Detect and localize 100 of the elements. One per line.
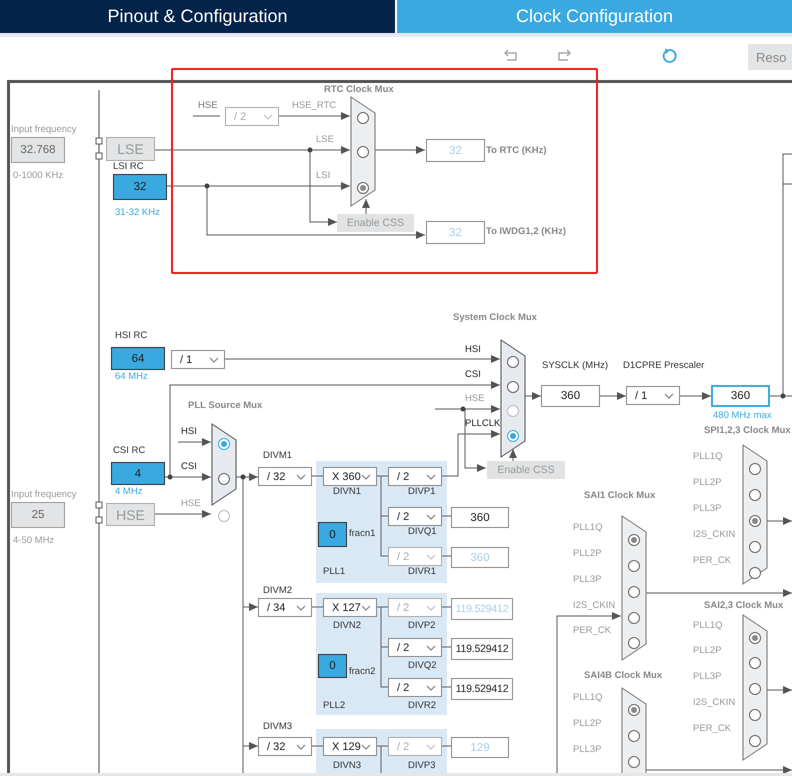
value-box: 119.529412 [451, 678, 513, 700]
input-field[interactable]: 25 [11, 502, 65, 528]
arrow [242, 742, 258, 750]
value-box: 360 [541, 385, 600, 407]
block-label: DIVM1 [263, 450, 292, 462]
signal-label: PLL1Q [693, 620, 723, 632]
refresh-icon[interactable] [661, 48, 677, 64]
tab[interactable]: Pinout & Configuration [0, 0, 395, 33]
wire [442, 686, 452, 688]
dropdown[interactable]: / 2 [388, 507, 442, 526]
chevron-icon [361, 604, 371, 610]
block-label: fracn2 [349, 666, 376, 678]
dropdown[interactable]: / 1 [626, 386, 680, 405]
arrow [374, 146, 426, 154]
block-label: DIVP2 [408, 620, 436, 632]
mux-title: RTC Clock Mux [324, 84, 394, 96]
arrow [524, 392, 542, 400]
wire [442, 606, 452, 608]
signal-label: PLL2P [573, 548, 602, 560]
dropdown[interactable]: / 1 [171, 350, 225, 369]
signal-label: I2S_CKIN [693, 529, 736, 541]
mux-title: SPI1,2,3 Clock Mux [704, 425, 791, 437]
frequency-note: 4 MHz [115, 486, 142, 498]
block-label: DIVQ1 [408, 526, 437, 538]
wire [442, 646, 452, 648]
signal-label: HSE [181, 498, 201, 510]
arrow [509, 448, 517, 462]
chevron-icon [263, 114, 273, 120]
chevron-icon [296, 604, 306, 610]
junction-dot [240, 474, 246, 480]
dropdown[interactable]: X 129 [323, 737, 377, 756]
value-field[interactable]: 0 [318, 654, 347, 678]
block-label: DIVM2 [263, 585, 292, 597]
value-box: 32 [426, 221, 485, 244]
value-box[interactable]: 360 [711, 385, 770, 407]
dropdown[interactable]: X 360 [323, 467, 377, 486]
input-field[interactable]: 32.768 [11, 137, 65, 163]
chevron-icon [426, 474, 436, 480]
signal-label: HSE [465, 393, 485, 405]
block-label: PLL1 [323, 566, 346, 578]
block-label: PLL2 [323, 700, 346, 712]
signal-label: PLL3P [573, 744, 602, 756]
arrow [600, 392, 626, 400]
signal-label: HSE [198, 100, 218, 112]
signal-label: CSI [181, 461, 197, 473]
mux-title: PLL Source Mux [188, 400, 262, 412]
block-label: HSI RC [115, 330, 148, 342]
chevron-icon [209, 356, 219, 362]
chevron-icon [426, 684, 436, 690]
dropdown[interactable]: / 2 [388, 678, 442, 697]
connector-pin [96, 502, 102, 508]
signal-label: PER_CK [693, 555, 732, 567]
chevron-icon [426, 744, 436, 750]
signal-label: PLL2P [693, 645, 722, 657]
chevron-icon [426, 554, 436, 560]
dropdown[interactable]: / 2 [388, 467, 442, 486]
block-label: DIVN2 [333, 620, 361, 632]
dropdown[interactable]: / 32 [258, 467, 312, 486]
connector-pin [96, 152, 102, 160]
arrow [278, 112, 350, 120]
chevron-icon [426, 644, 436, 650]
block-label: CSI RC [113, 445, 146, 457]
dropdown[interactable]: / 32 [258, 737, 312, 756]
block-label: DIVR2 [408, 700, 436, 712]
connector-pin [96, 138, 102, 144]
signal-label: PLL1Q [573, 522, 603, 534]
signal-label: PER_CK [693, 723, 732, 735]
signal-label: PLLCLK [465, 418, 500, 430]
value-field[interactable]: 0 [318, 522, 347, 547]
block-label: LSI RC [113, 161, 144, 173]
input-hint: Input frequency [11, 124, 76, 136]
dropdown[interactable]: / 34 [258, 598, 312, 617]
value-box: 119.529412 [451, 638, 513, 660]
signal-label: HSI [181, 426, 197, 438]
dropdown[interactable]: / 2 [388, 638, 442, 657]
input-hint: 4-50 MHz [13, 535, 54, 547]
value-box: 360 [451, 547, 509, 568]
signal-label: PLL2P [693, 477, 722, 489]
signal-label: PLL1Q [693, 451, 723, 463]
value-box: 119.529412 [451, 598, 513, 620]
radio-button[interactable] [749, 567, 761, 579]
mux-title: SAI1 Clock Mux [584, 490, 656, 502]
junction-dot [308, 148, 312, 152]
value-field[interactable]: 4 [111, 462, 165, 485]
signal-label: PLL3P [693, 503, 722, 515]
arrow [242, 603, 258, 611]
frequency-note: 64 MHz [115, 371, 148, 383]
value-field[interactable]: 32 [113, 174, 167, 200]
block-label: DIVN1 [333, 486, 361, 498]
junction-dot [460, 406, 466, 412]
dropdown[interactable]: X 127 [323, 598, 377, 617]
block-label: DIVN3 [333, 760, 361, 772]
signal-label: I2S_CKIN [693, 697, 736, 709]
signal-label: PLL2P [573, 718, 602, 730]
block-label: DIVP3 [408, 760, 436, 772]
chevron-icon [361, 744, 371, 750]
value-field[interactable]: 64 [111, 347, 165, 370]
signal-label: PLL3P [693, 671, 722, 683]
signal-label: CSI [465, 369, 481, 381]
signal-label: PLL3P [573, 574, 602, 586]
